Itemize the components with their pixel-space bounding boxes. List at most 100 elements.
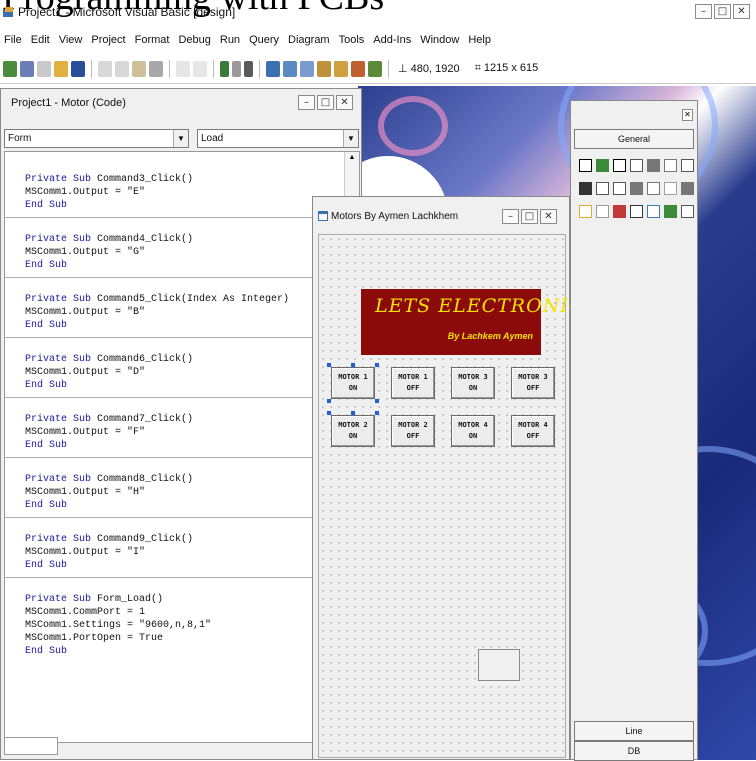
add-form-icon[interactable] (20, 60, 34, 77)
menu-help[interactable]: Help (468, 34, 491, 46)
code-close-button[interactable]: ✕ (336, 95, 353, 110)
start-icon[interactable] (220, 60, 229, 77)
combobox-icon[interactable] (596, 182, 609, 195)
toolbox-tab-db[interactable]: DB (574, 741, 694, 761)
save-project-icon[interactable] (71, 60, 85, 77)
menu-debug[interactable]: Debug (178, 34, 210, 46)
component-manager-icon[interactable] (368, 60, 382, 77)
data-view-icon[interactable] (351, 60, 365, 77)
ole-icon[interactable] (681, 205, 694, 218)
selection-handle[interactable] (351, 411, 355, 415)
menu-project[interactable]: Project (91, 34, 125, 46)
cut-icon[interactable] (98, 60, 112, 77)
copy-icon[interactable] (115, 60, 129, 77)
properties-window-icon[interactable] (283, 60, 297, 77)
minimize-button[interactable]: – (695, 4, 712, 19)
procedure-combo[interactable]: Load ▼ (197, 129, 359, 148)
object-combo[interactable]: Form ▼ (4, 129, 189, 148)
motor-button[interactable]: MOTOR 1 ON (331, 367, 375, 399)
form-close-button[interactable]: ✕ (540, 209, 557, 224)
shape-icon[interactable] (613, 205, 626, 218)
selection-handle[interactable] (375, 411, 379, 415)
toolbox-tab-general[interactable]: General (574, 129, 694, 149)
menu-diagram[interactable]: Diagram (288, 34, 330, 46)
size-icon: ⌗ (474, 62, 484, 74)
pointer-icon[interactable] (579, 159, 592, 172)
motor-button[interactable]: MOTOR 4 ON (451, 415, 495, 447)
drivelistbox-icon[interactable] (681, 182, 694, 195)
form-layout-icon[interactable] (300, 60, 314, 77)
menu-window[interactable]: Window (420, 34, 459, 46)
logo-image[interactable]: LETS ELECTRONIC By Lachkem Aymen (361, 289, 583, 355)
selection-handle[interactable] (327, 411, 331, 415)
keyword-end-sub: End Sub (25, 320, 68, 331)
selection-handle[interactable] (327, 399, 331, 403)
open-project-icon[interactable] (54, 60, 68, 77)
picturebox-icon[interactable] (596, 159, 609, 172)
selection-handle[interactable] (375, 363, 379, 367)
form-design-grid[interactable]: LETS ELECTRONIC By Lachkem Aymen MOTOR 1… (318, 234, 583, 758)
motor-button[interactable]: MOTOR 3 ON (451, 367, 495, 399)
code-line-body: MSComm1.Output = "D" (25, 367, 146, 378)
menu-format[interactable]: Format (135, 34, 170, 46)
menu-query[interactable]: Query (249, 34, 279, 46)
motor-button-state: ON (348, 384, 358, 392)
code-maximize-button[interactable]: □ (317, 95, 334, 110)
data-icon[interactable] (664, 205, 677, 218)
motor-button[interactable]: MOTOR 4 OFF (511, 415, 555, 447)
menu-view[interactable]: View (59, 34, 83, 46)
add-project-icon[interactable] (3, 60, 17, 77)
project-explorer-icon[interactable] (266, 60, 280, 77)
motor-button[interactable]: MOTOR 2 ON (331, 415, 375, 447)
label-icon[interactable] (613, 159, 626, 172)
end-icon[interactable] (244, 60, 253, 77)
maximize-button[interactable]: □ (714, 4, 731, 19)
chevron-down-icon[interactable]: ▼ (343, 130, 358, 147)
chevron-down-icon[interactable]: ▼ (173, 130, 188, 147)
textbox-icon[interactable] (630, 159, 643, 172)
undo-icon[interactable] (176, 60, 190, 77)
toolbox-close-icon[interactable]: ✕ (682, 109, 693, 121)
menu-file[interactable]: File (4, 34, 22, 46)
scroll-up-icon[interactable]: ▲ (347, 154, 357, 164)
selection-handle[interactable] (327, 363, 331, 367)
checkbox-icon[interactable] (681, 159, 694, 172)
timer-icon[interactable] (664, 182, 677, 195)
break-icon[interactable] (232, 60, 241, 77)
code-editor[interactable]: Private Sub Command3_Click() MSComm1.Outp… (4, 151, 360, 743)
menu-editor-icon[interactable] (37, 60, 51, 77)
selection-handle[interactable] (375, 399, 379, 403)
dirlistbox-icon[interactable] (579, 205, 592, 218)
view-toggle-bar[interactable] (4, 737, 58, 755)
form-minimize-button[interactable]: – (502, 209, 519, 224)
redo-icon[interactable] (193, 60, 207, 77)
object-browser-icon[interactable] (317, 60, 331, 77)
code-minimize-button[interactable]: – (298, 95, 315, 110)
menu-edit[interactable]: Edit (31, 34, 50, 46)
toolbox-icon[interactable] (334, 60, 348, 77)
menu-run[interactable]: Run (220, 34, 240, 46)
mscomm-control[interactable] (478, 649, 520, 681)
close-button[interactable]: ✕ (733, 4, 750, 19)
frame-icon[interactable] (647, 159, 660, 172)
optionbutton-icon[interactable] (579, 182, 592, 195)
paste-icon[interactable] (132, 60, 146, 77)
line-icon[interactable] (630, 205, 643, 218)
vscrollbar-icon[interactable] (647, 182, 660, 195)
motor-button[interactable]: MOTOR 2 OFF (391, 415, 435, 447)
form-maximize-button[interactable]: □ (521, 209, 538, 224)
filelistbox-icon[interactable] (596, 205, 609, 218)
menu-add-ins[interactable]: Add-Ins (373, 34, 411, 46)
code-line-body: MSComm1.Output = "I" (25, 547, 146, 558)
listbox-icon[interactable] (613, 182, 626, 195)
find-icon[interactable] (149, 60, 163, 77)
commandbutton-icon[interactable] (664, 159, 677, 172)
motor-button[interactable]: MOTOR 1 OFF (391, 367, 435, 399)
selection-handle[interactable] (351, 363, 355, 367)
toolbox-tab-line[interactable]: Line (574, 721, 694, 741)
keyword-private-sub: Private Sub (25, 354, 92, 365)
menu-tools[interactable]: Tools (339, 34, 365, 46)
image-icon[interactable] (647, 205, 660, 218)
motor-button[interactable]: MOTOR 3 OFF (511, 367, 555, 399)
hscrollbar-icon[interactable] (630, 182, 643, 195)
